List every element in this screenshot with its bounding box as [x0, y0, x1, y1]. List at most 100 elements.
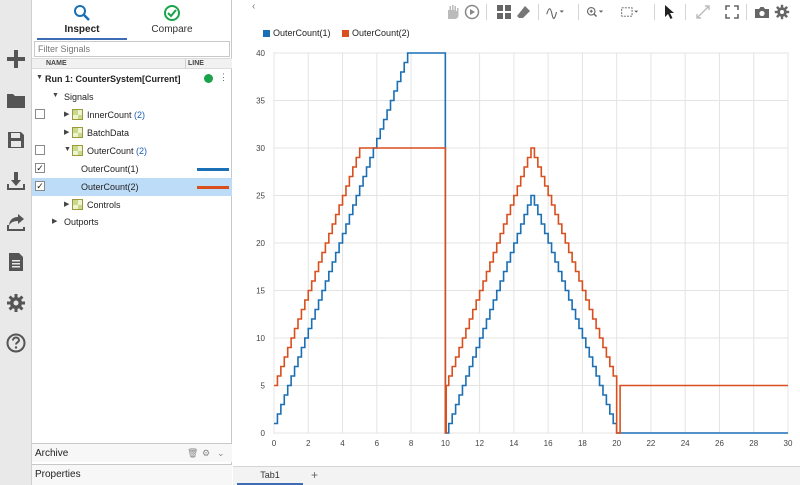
expand-icon[interactable] — [694, 3, 712, 21]
line-column-header[interactable]: LINE — [188, 60, 204, 67]
toolbar-separator — [746, 4, 747, 20]
zoom-icon[interactable] — [586, 3, 604, 21]
x-tick-label: 6 — [375, 439, 380, 448]
signal-panel: ‹ Inspect Compare NAME LINE ▼ Run 1: Cou… — [32, 0, 255, 485]
bus-icon — [72, 127, 83, 138]
sdi-app: ‹ Inspect Compare NAME LINE ▼ Run 1: Cou… — [0, 0, 800, 485]
tab-inspect[interactable]: Inspect — [37, 4, 127, 40]
properties-section[interactable]: Properties — [32, 464, 232, 485]
report-icon[interactable] — [3, 249, 29, 275]
properties-title: Properties — [35, 469, 81, 480]
signal-chart[interactable]: 0 2 4 6 8 10 12 14 16 18 20 22 24 26 28 300510152025303… — [233, 24, 800, 466]
export-icon[interactable] — [3, 209, 29, 235]
x-tick-label: 26 — [715, 439, 724, 448]
chevron-down-icon[interactable]: ⌄ — [217, 448, 225, 459]
x-tick-label: 2 — [306, 439, 311, 448]
play-icon[interactable] — [463, 3, 481, 21]
plot-area[interactable]: OuterCount(1) OuterCount(2) 0 2 4 6 8 10 12 14 1… — [233, 24, 800, 466]
signals-group-row[interactable]: ▼ Signals — [32, 88, 232, 106]
expand-arrow-icon[interactable]: ▼ — [36, 74, 43, 81]
name-column-header[interactable]: NAME — [46, 60, 67, 67]
column-header: NAME LINE — [32, 58, 232, 69]
y-tick-label: 5 — [261, 382, 266, 391]
innercount-checkbox[interactable] — [35, 109, 45, 119]
settings-icon[interactable] — [3, 290, 29, 316]
y-tick-label: 10 — [256, 334, 265, 343]
column-divider — [185, 59, 186, 69]
collapsed-arrow-icon[interactable]: ▶ — [64, 200, 69, 208]
save-icon[interactable] — [3, 127, 29, 153]
outercount-2-label: OuterCount(2) — [81, 182, 139, 192]
y-tick-label: 15 — [256, 287, 265, 296]
plot-toolbar — [233, 0, 800, 24]
fit-view-icon[interactable] — [621, 3, 639, 21]
pan-icon[interactable] — [443, 3, 461, 21]
tab-compare[interactable]: Compare — [127, 4, 217, 40]
gear-icon[interactable]: ⚙ — [202, 448, 210, 459]
tree-row-innercount[interactable]: ▶ InnerCount (2) — [32, 106, 232, 124]
trash-icon[interactable]: 🗑 — [187, 448, 198, 459]
filter-signals-input[interactable] — [34, 41, 230, 57]
tree-row-outercount-1[interactable]: ✓ OuterCount(1) — [32, 160, 232, 178]
tree-row-outports[interactable]: ▶ Outports — [32, 213, 232, 231]
collapsed-arrow-icon[interactable]: ▶ — [64, 110, 69, 118]
icon-rail — [0, 0, 32, 485]
collapsed-arrow-icon[interactable]: ▶ — [64, 128, 69, 136]
y-tick-label: 30 — [256, 144, 265, 153]
y-tick-label: 25 — [256, 192, 265, 201]
help-icon[interactable] — [3, 330, 29, 356]
outercount-2-checkbox[interactable]: ✓ — [35, 181, 45, 191]
toolbar-separator — [578, 4, 579, 20]
tree-row-controls[interactable]: ▶ Controls — [32, 196, 232, 214]
archive-title: Archive — [35, 448, 69, 459]
eraser-icon[interactable] — [515, 3, 533, 21]
add-tab-button[interactable]: + — [311, 468, 318, 482]
x-tick-label: 28 — [749, 439, 758, 448]
run-label: Run 1: CounterSystem[Current] — [45, 74, 181, 84]
x-tick-label: 0 — [272, 439, 277, 448]
x-tick-label: 20 — [612, 439, 621, 448]
x-tick-label: 30 — [784, 439, 793, 448]
signal-style-icon[interactable] — [546, 3, 564, 21]
outports-label: Outports — [64, 217, 99, 227]
toolbar-separator — [654, 4, 655, 20]
outercount-1-checkbox[interactable]: ✓ — [35, 163, 45, 173]
archive-section[interactable]: Archive 🗑 ⚙ ⌄ — [32, 443, 232, 462]
expand-arrow-icon[interactable]: ▼ — [64, 146, 71, 153]
bus-icon — [72, 199, 83, 210]
expand-arrow-icon[interactable]: ▼ — [52, 92, 59, 99]
gear-icon[interactable] — [773, 3, 791, 21]
cursor-icon[interactable] — [661, 3, 679, 21]
run-row[interactable]: ▼ Run 1: CounterSystem[Current] ⋮ — [32, 70, 232, 88]
tree-row-batchdata[interactable]: ▶ BatchData — [32, 124, 232, 142]
tree-row-outercount[interactable]: ▼ OuterCount (2) — [32, 142, 232, 160]
tab-tab1[interactable]: Tab1 — [237, 467, 303, 485]
import-icon[interactable] — [3, 168, 29, 194]
plot-tab-bar: Tab1 + — [233, 466, 800, 485]
outercount-checkbox[interactable] — [35, 145, 45, 155]
innercount-label: InnerCount — [87, 110, 132, 120]
tab-compare-label: Compare — [151, 24, 193, 35]
bus-icon — [72, 145, 83, 156]
x-tick-label: 18 — [578, 439, 587, 448]
line-style-swatch[interactable] — [197, 186, 229, 189]
tree-row-outercount-2[interactable]: ✓ OuterCount(2) — [32, 178, 232, 196]
batchdata-label: BatchData — [87, 128, 130, 138]
y-tick-label: 0 — [261, 429, 266, 438]
fullscreen-icon[interactable] — [723, 3, 741, 21]
line-style-swatch[interactable] — [197, 168, 229, 171]
camera-icon[interactable] — [753, 3, 771, 21]
add-icon[interactable] — [3, 46, 29, 72]
toolbar-separator — [538, 4, 539, 20]
collapsed-arrow-icon[interactable]: ▶ — [52, 217, 57, 225]
search-icon — [74, 5, 90, 21]
folder-icon[interactable] — [3, 87, 29, 113]
more-options-icon[interactable]: ⋮ — [219, 72, 228, 83]
innercount-count[interactable]: (2) — [134, 110, 145, 120]
toolbar-separator — [486, 4, 487, 20]
layout-grid-icon[interactable] — [495, 3, 513, 21]
signals-group-label: Signals — [64, 92, 94, 102]
x-tick-label: 22 — [646, 439, 655, 448]
x-tick-label: 12 — [475, 439, 484, 448]
outercount-count[interactable]: (2) — [136, 146, 147, 156]
